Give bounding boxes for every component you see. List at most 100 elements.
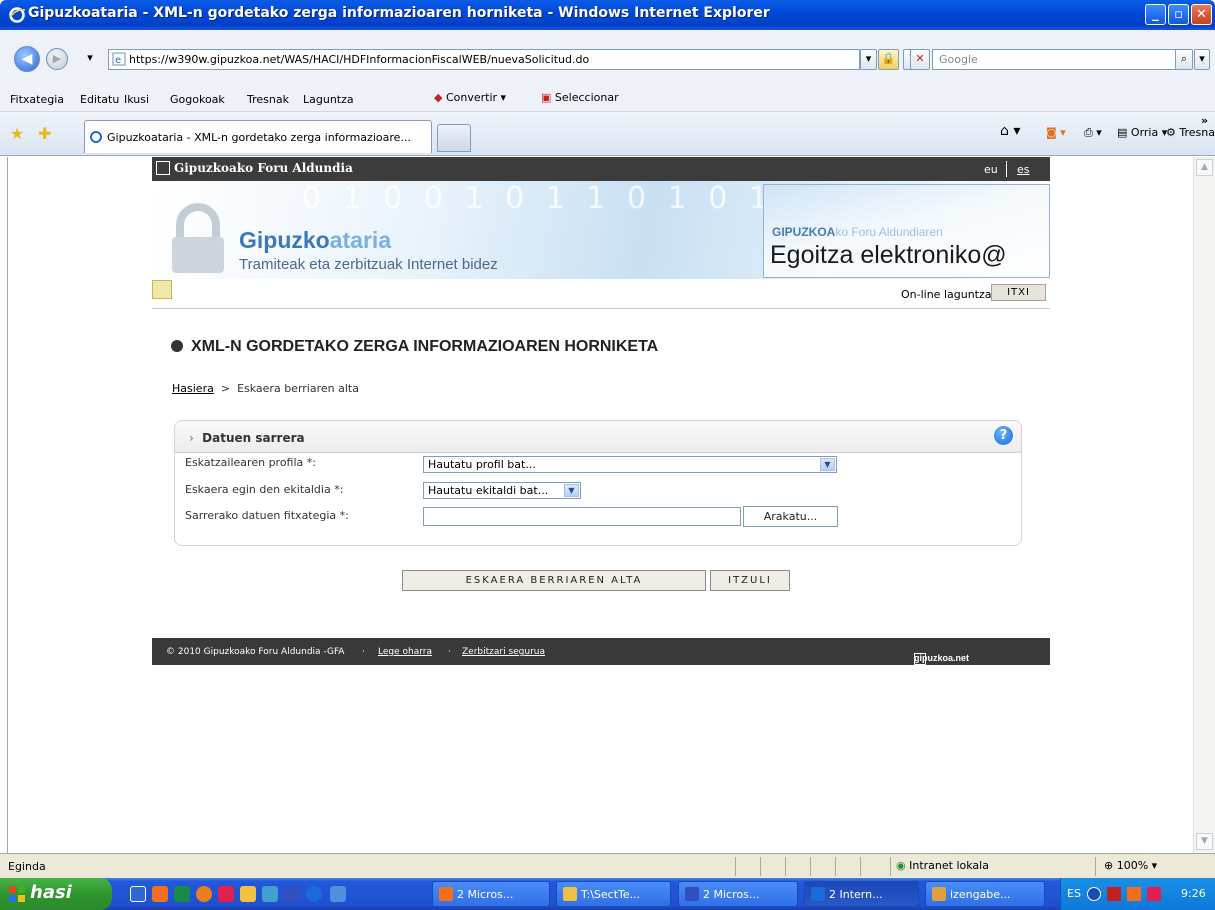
tools-menu-label: Tresnak: [1179, 126, 1215, 139]
intranet-globe-icon: ◉: [896, 859, 906, 872]
taskbar-item-outlook[interactable]: 2 Micros...: [432, 881, 550, 907]
taskbar-item-word[interactable]: 2 Micros...: [678, 881, 798, 907]
history-dropdown-button[interactable]: ▾: [82, 49, 98, 70]
firefox-quicklaunch-icon[interactable]: [196, 886, 212, 902]
new-tab-button[interactable]: [437, 124, 471, 152]
select-icon: ▣: [541, 91, 552, 104]
file-label-text: Sarrerako datuen fitxategia: [185, 509, 337, 522]
search-input[interactable]: Google: [932, 49, 1192, 70]
breadcrumb-home-link[interactable]: Hasiera: [172, 382, 214, 395]
taskbar-item-paint[interactable]: izengabe...: [925, 881, 1045, 907]
url-field[interactable]: e https://w390w.gipuzkoa.net/WAS/HACI/HD…: [108, 49, 860, 70]
stop-button[interactable]: ✕: [910, 49, 930, 70]
menu-edit[interactable]: Editatu: [80, 93, 119, 106]
minimize-button[interactable]: _: [1145, 4, 1166, 25]
convert-button[interactable]: ◆ Convertir ▾: [434, 91, 506, 104]
page-menu[interactable]: ▤ Orria ▾: [1117, 126, 1167, 139]
submit-new-request-button[interactable]: ESKAERA BERRIAREN ALTA: [402, 570, 706, 591]
forward-button[interactable]: ▶: [46, 48, 68, 70]
heading-bullet-icon: [171, 340, 183, 352]
menu-view[interactable]: Ikusi: [124, 93, 149, 106]
scroll-up-icon[interactable]: ▲: [1196, 159, 1213, 176]
maximize-button[interactable]: ▫: [1168, 4, 1189, 25]
start-button[interactable]: hasi: [0, 878, 112, 910]
tray-k-icon[interactable]: [1147, 887, 1161, 901]
chevron-down-icon: ▼: [820, 458, 835, 471]
forward-arrow-icon: ▶: [52, 52, 62, 65]
padlock-icon: [172, 203, 224, 273]
zoom-icon: ⊕: [1104, 859, 1114, 872]
status-divider: [1095, 857, 1096, 876]
home-icon[interactable]: ⌂ ▾: [1000, 123, 1020, 139]
menu-tools[interactable]: Tresnak: [247, 93, 289, 106]
menu-file[interactable]: Fitxategia: [10, 93, 64, 106]
window-titlebar[interactable]: Gipuzkoataria - XML-n gordetako zerga in…: [0, 0, 1215, 30]
status-divider: [760, 857, 761, 876]
brand-title: Gipuzkoataria: [239, 227, 391, 254]
egoitza-line1-faded: ko Foru Aldundiaren: [835, 225, 943, 239]
favorites-star-icon[interactable]: ★: [10, 124, 24, 143]
word-quicklaunch-icon[interactable]: [284, 886, 300, 902]
taskbar-item-label: 2 Micros...: [457, 888, 514, 901]
egoitza-elektronikoa-badge[interactable]: GIPUZKOAko Foru Aldundiaren Egoitza elek…: [763, 184, 1050, 278]
footer-dot: ·: [362, 647, 365, 657]
print-icon[interactable]: ⎙ ▾: [1084, 126, 1102, 140]
lang-es[interactable]: es: [1017, 163, 1030, 176]
excel-quicklaunch-icon[interactable]: [174, 886, 190, 902]
tab-gipuzkoataria[interactable]: Gipuzkoataria - XML-n gordetako zerga in…: [84, 120, 432, 153]
itxi-button[interactable]: ITXI: [991, 284, 1046, 301]
header-divider: [152, 308, 1050, 309]
tray-pdf-icon[interactable]: [1107, 887, 1121, 901]
tab-bar: ★ ✚ Gipuzkoataria - XML-n gordetako zerg…: [0, 112, 1215, 156]
k-app-quicklaunch-icon[interactable]: [218, 886, 234, 902]
add-favorite-icon[interactable]: ✚: [38, 124, 51, 143]
menu-favorites[interactable]: Gogokoak: [170, 93, 225, 106]
vertical-scrollbar[interactable]: ▲ ▼: [1193, 157, 1215, 853]
ie2-quicklaunch-icon[interactable]: [306, 886, 322, 902]
user-icon[interactable]: [152, 280, 172, 299]
taskbar-item-folder[interactable]: T:\SectTe...: [556, 881, 671, 907]
browse-button[interactable]: Arakatu...: [743, 506, 838, 527]
lang-eu[interactable]: eu: [984, 163, 998, 176]
legal-notice-link[interactable]: Lege oharra: [378, 647, 432, 657]
back-button[interactable]: ◀: [14, 46, 40, 72]
back-button-itzuli[interactable]: ITZULI: [710, 570, 790, 591]
zoom-control[interactable]: ⊕ 100% ▾: [1104, 859, 1157, 872]
menu-bar: Fitxategia Editatu Ikusi Gogokoak Tresna…: [0, 88, 1215, 112]
tools-menu[interactable]: ⚙ Tresnak ▾: [1166, 126, 1215, 139]
file-path-input[interactable]: [423, 507, 741, 526]
period-select[interactable]: Hautatu ekitaldi bat... ▼: [423, 482, 581, 499]
window-title: Gipuzkoataria - XML-n gordetako zerga in…: [28, 5, 770, 21]
search-options-button[interactable]: ▾: [1194, 49, 1210, 70]
taskbar-item-ie[interactable]: 2 Intern...: [804, 881, 919, 907]
misc-quicklaunch-icon[interactable]: [330, 886, 346, 902]
search-button[interactable]: ⌕: [1175, 49, 1193, 70]
profile-label-text: Eskatzailearen profila: [185, 456, 304, 469]
secure-server-link[interactable]: Zerbitzari segurua: [462, 647, 545, 657]
feeds-icon[interactable]: ◙ ▾: [1046, 126, 1066, 139]
folder-quicklaunch-icon[interactable]: [240, 886, 256, 902]
clock: 9:26: [1181, 887, 1206, 900]
select-button[interactable]: ▣ Seleccionar: [541, 91, 619, 104]
tab-label: Gipuzkoataria - XML-n gordetako zerga in…: [107, 131, 411, 144]
scroll-down-icon[interactable]: ▼: [1196, 833, 1213, 850]
tray-network-icon[interactable]: [1087, 887, 1101, 901]
online-help-link[interactable]: On-line laguntza: [901, 288, 992, 301]
explorer-quicklaunch-icon[interactable]: [262, 886, 278, 902]
brand-main: Gipuzko: [239, 227, 330, 253]
url-dropdown-button[interactable]: ▾: [860, 49, 877, 70]
convert-icon: ◆: [434, 91, 443, 104]
period-required-mark: *:: [334, 483, 344, 496]
toolbar-overflow-icon[interactable]: »: [1201, 114, 1208, 127]
lock-icon[interactable]: 🔒: [878, 49, 899, 70]
menu-help[interactable]: Laguntza: [303, 93, 354, 106]
outlook-quicklaunch-icon[interactable]: [152, 886, 168, 902]
profile-select[interactable]: Hautatu profil bat... ▼: [423, 456, 837, 473]
close-window-button[interactable]: ✕: [1191, 4, 1212, 25]
ie-quicklaunch-icon[interactable]: [130, 886, 146, 902]
language-indicator[interactable]: ES: [1067, 887, 1081, 900]
help-icon[interactable]: ?: [994, 426, 1013, 445]
tray-outlook-icon[interactable]: [1127, 887, 1141, 901]
egoitza-line1: GIPUZKOAko Foru Aldundiaren: [772, 225, 943, 239]
banner-binary-decoration: 0 1 0 0 1 0 1 1 0 1 0 1 1: [302, 181, 815, 216]
